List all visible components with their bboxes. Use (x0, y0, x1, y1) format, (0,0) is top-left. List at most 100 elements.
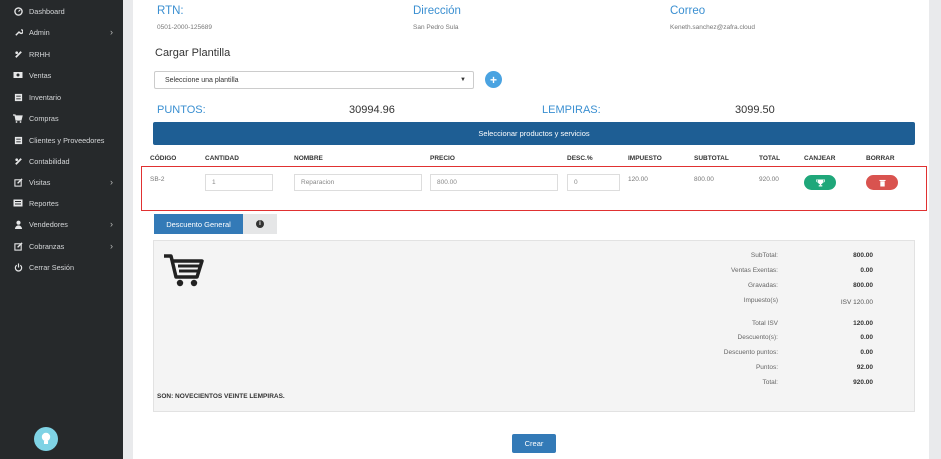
trash-icon (878, 179, 886, 186)
descuentos-label: Descuento(s): (737, 334, 778, 341)
plantilla-select[interactable]: Seleccione una plantilla ▼ (154, 71, 474, 89)
col-header-impuesto: IMPUESTO (628, 155, 662, 162)
desc-input[interactable]: 0 (567, 174, 620, 191)
sidebar-item-admin[interactable]: Admin › (0, 22, 123, 42)
total-label: Total: (762, 379, 778, 386)
ventas-exentas-label: Ventas Exentas: (731, 267, 778, 274)
descuentos-value: 0.00 (860, 334, 873, 341)
descuento-puntos-label: Descuento puntos: (723, 349, 778, 356)
sidebar-item-compras[interactable]: Compras (0, 108, 123, 128)
nombre-value: Reparacion (301, 179, 335, 186)
tab-info[interactable]: i (243, 214, 277, 234)
sidebar-item-label: RRHH (29, 49, 51, 59)
chevron-right-icon: › (110, 219, 113, 229)
user-icon (13, 219, 23, 229)
sidebar-item-label: Compras (29, 113, 59, 123)
desc-value: 0 (574, 179, 578, 186)
report-icon (13, 198, 23, 208)
tab-descuento-general[interactable]: Descuento General (154, 214, 243, 234)
sidebar-item-label: Admin (29, 27, 50, 37)
chevron-right-icon: › (110, 177, 113, 187)
col-header-total: TOTAL (759, 155, 781, 162)
canjear-button[interactable] (804, 175, 836, 190)
caret-down-icon: ▼ (460, 77, 466, 83)
sidebar-item-label: Vendedores (29, 219, 68, 229)
sidebar-item-visitas[interactable]: Visitas › (0, 172, 123, 192)
sidebar-item-ventas[interactable]: Ventas (0, 65, 123, 85)
total-isv-label: Total ISV (751, 320, 778, 327)
borrar-button[interactable] (866, 175, 898, 190)
sidebar-item-dashboard[interactable]: Dashboard (0, 1, 123, 21)
row-subtotal: 800.00 (694, 176, 714, 183)
col-header-codigo: CÓDIGO (150, 155, 177, 162)
sidebar-item-cobranzas[interactable]: Cobranzas › (0, 236, 123, 256)
sidebar-item-clientes[interactable]: Clientes y Proveedores (0, 130, 123, 150)
total-isv-value: 120.00 (853, 320, 873, 327)
col-header-nombre: NOMBRE (294, 155, 323, 162)
shopping-cart-icon (164, 254, 204, 287)
select-products-label: Seleccionar productos y servicios (478, 129, 590, 138)
sidebar-item-label: Ventas (29, 70, 52, 80)
sidebar-item-label: Inventario (29, 92, 62, 102)
plantilla-select-value: Seleccione una plantilla (165, 76, 239, 84)
sidebar-item-label: Reportes (29, 198, 59, 208)
puntos-label: PUNTOS: (157, 104, 206, 116)
chevron-right-icon: › (110, 27, 113, 37)
subtotal-label: SubTotal: (750, 252, 778, 259)
trophy-icon (815, 178, 825, 186)
row-total: 920.00 (759, 176, 779, 183)
sidebar-item-contabilidad[interactable]: Contabilidad (0, 151, 123, 171)
tab-descuento-label: Descuento General (166, 219, 231, 229)
col-header-subtotal: SUBTOTAL (694, 155, 729, 162)
wrench-icon (13, 27, 23, 37)
edit-icon (13, 177, 23, 187)
sidebar-item-label: Cobranzas (29, 241, 65, 251)
col-header-canjear: CANJEAR (804, 155, 836, 162)
direccion-label: Dirección (413, 5, 461, 17)
crear-label: Crear (524, 439, 544, 448)
info-icon: i (256, 220, 264, 228)
inventory-icon (13, 92, 23, 102)
direccion-value: San Pedro Sula (413, 24, 459, 31)
sidebar-item-reportes[interactable]: Reportes (0, 193, 123, 213)
cantidad-input[interactable]: 1 (205, 174, 273, 191)
select-products-button[interactable]: Seleccionar productos y servicios (153, 122, 915, 145)
descuento-puntos-value: 0.00 (860, 349, 873, 356)
correo-label: Correo (670, 5, 706, 17)
subtotal-value: 800.00 (853, 252, 873, 259)
nombre-input[interactable]: Reparacion (294, 174, 422, 191)
precio-value: 800.00 (437, 179, 457, 186)
sidebar-item-label: Clientes y Proveedores (29, 135, 105, 145)
sidebar-item-vendedores[interactable]: Vendedores › (0, 214, 123, 234)
plantilla-title: Cargar Plantilla (155, 47, 231, 59)
cantidad-value: 1 (212, 179, 216, 186)
users-icon (13, 49, 23, 59)
summary-panel (153, 240, 915, 412)
add-plantilla-button[interactable]: + (485, 71, 502, 88)
crear-button[interactable]: Crear (512, 434, 556, 453)
total-value: 920.00 (853, 379, 873, 386)
lempiras-value: 3099.50 (735, 104, 775, 116)
edit-icon (13, 241, 23, 251)
sidebar-item-label: Dashboard (29, 6, 65, 16)
puntos-value: 30994.96 (349, 104, 395, 116)
impuestos-label: Impuesto(s) (743, 297, 778, 304)
link-icon (13, 156, 23, 166)
precio-input[interactable]: 800.00 (430, 174, 558, 191)
ventas-exentas-value: 0.00 (860, 267, 873, 274)
col-header-borrar: BORRAR (866, 155, 895, 162)
rtn-label: RTN: (157, 5, 184, 17)
correo-value: Keneth.sanchez@zafra.cloud (670, 24, 756, 31)
impuestos-value: ISV 120.00 (840, 299, 873, 306)
help-bulb-button[interactable] (34, 427, 58, 451)
sidebar-item-rrhh[interactable]: RRHH (0, 44, 123, 64)
gravadas-value: 800.00 (853, 282, 873, 289)
sidebar-item-cerrar-sesion[interactable]: Cerrar Sesión (0, 257, 123, 277)
dashboard-icon (13, 6, 23, 16)
cart-icon (13, 113, 23, 123)
rtn-value: 0501-2000-125689 (157, 24, 212, 31)
gravadas-label: Gravadas: (748, 282, 778, 289)
col-header-desc: DESC.% (567, 155, 593, 162)
contacts-icon (13, 135, 23, 145)
sidebar-item-inventario[interactable]: Inventario (0, 87, 123, 107)
